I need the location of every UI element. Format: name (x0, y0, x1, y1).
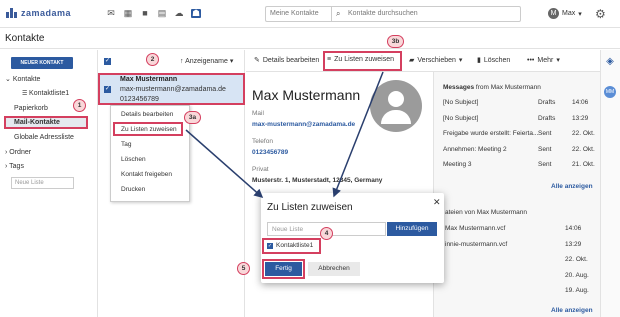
arrow-3b (332, 71, 384, 198)
annotation-arrows (185, 71, 384, 198)
arrow-3a (185, 129, 264, 198)
